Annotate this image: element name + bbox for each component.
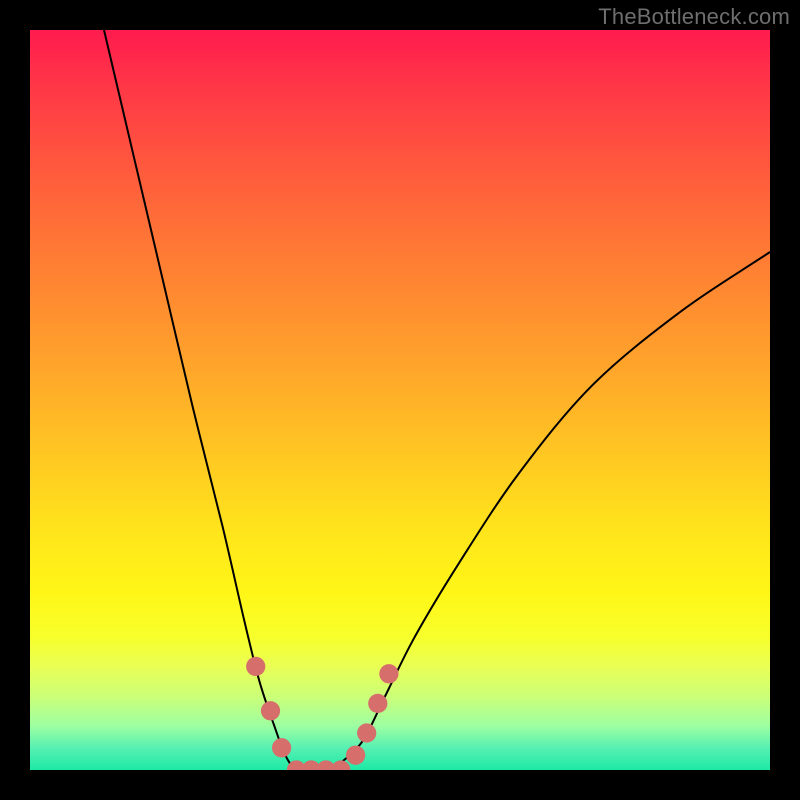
- marker-dot: [331, 760, 350, 770]
- marker-dot: [261, 701, 280, 720]
- attribution-text: TheBottleneck.com: [598, 4, 790, 30]
- marker-dot: [272, 738, 291, 757]
- marker-dot: [368, 694, 387, 713]
- marker-dot: [357, 723, 376, 742]
- marker-dot: [246, 657, 265, 676]
- marker-group: [246, 657, 398, 770]
- bottleneck-curve: [104, 30, 770, 770]
- plot-area: [30, 30, 770, 770]
- marker-dot: [379, 664, 398, 683]
- chart-overlay: [30, 30, 770, 770]
- marker-dot: [346, 746, 365, 765]
- chart-frame: TheBottleneck.com: [0, 0, 800, 800]
